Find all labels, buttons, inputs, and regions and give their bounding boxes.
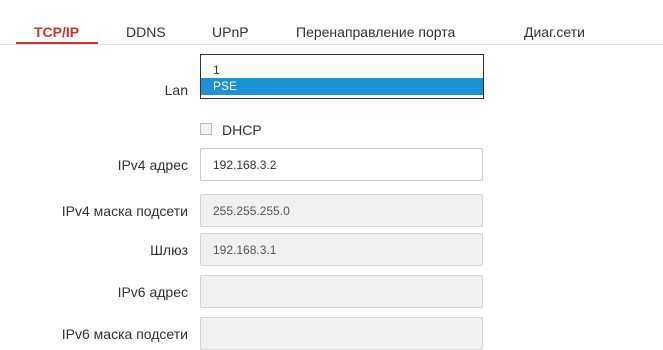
ipv6-mask-input <box>200 317 483 350</box>
lan-dropdown-list[interactable]: 1 PSE <box>200 54 484 99</box>
tab-port-forwarding[interactable]: Перенаправление порта <box>296 23 455 41</box>
tab-network-diagnostics[interactable]: Диаг.сети <box>524 23 585 41</box>
dhcp-label: DHCP <box>222 122 262 138</box>
gateway-label: Шлюз <box>150 242 188 258</box>
gateway-input <box>200 233 483 266</box>
ipv6-address-input <box>200 275 483 308</box>
ipv6-address-label: IPv6 адрес <box>117 284 188 300</box>
ipv4-address-label: IPv4 адрес <box>117 157 188 173</box>
ipv4-mask-input <box>200 194 483 227</box>
tab-bar: TCP/IP DDNS UPnP Перенаправление порта Д… <box>0 0 663 45</box>
tab-upnp[interactable]: UPnP <box>212 23 249 41</box>
lan-option-1[interactable]: 1 <box>201 63 483 78</box>
ipv6-mask-label: IPv6 маска подсети <box>61 326 188 342</box>
lan-option-pse[interactable]: PSE <box>201 78 483 95</box>
tab-divider <box>0 44 663 45</box>
ipv4-mask-label: IPv4 маска подсети <box>61 203 188 219</box>
lan-label: Lan <box>164 82 188 98</box>
dhcp-checkbox[interactable] <box>200 123 212 135</box>
ipv4-address-input[interactable] <box>200 148 483 181</box>
tab-tcp-ip[interactable]: TCP/IP <box>34 23 79 41</box>
tab-ddns[interactable]: DDNS <box>126 23 166 41</box>
